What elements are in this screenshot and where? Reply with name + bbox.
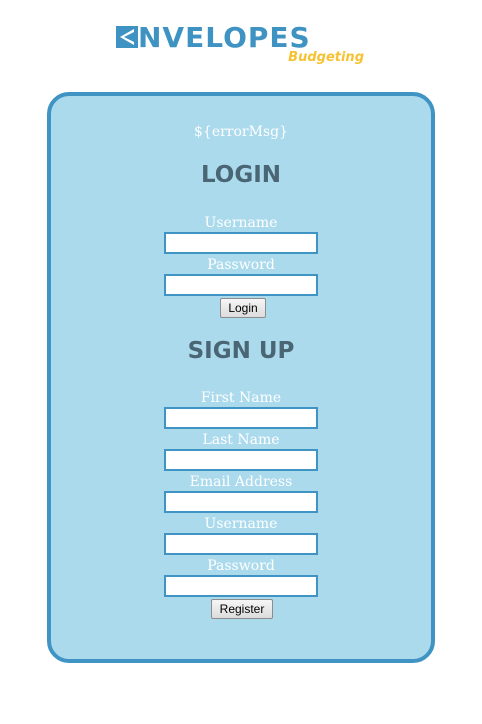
login-username-label: Username [204,215,278,231]
login-heading: LOGIN [200,162,282,188]
first-name-label: First Name [200,390,282,406]
email-input[interactable] [164,491,318,513]
login-password-input[interactable] [164,274,318,296]
signup-password-input[interactable] [164,575,318,597]
error-message: ${errorMsg} [194,124,288,140]
brand-name: NVELOPES [138,21,311,54]
register-button[interactable]: Register [211,599,273,619]
signup-heading: SIGN UP [187,338,295,364]
brand-logo: NVELOPES Budgeting [116,22,366,70]
login-password-label: Password [207,257,275,273]
last-name-input[interactable] [164,449,318,471]
envelope-logo-icon [116,26,138,48]
signup-username-label: Username [204,516,278,532]
signup-password-label: Password [207,558,275,574]
first-name-input[interactable] [164,407,318,429]
signup-username-input[interactable] [164,533,318,555]
login-button[interactable]: Login [220,298,266,318]
login-username-input[interactable] [164,232,318,254]
last-name-label: Last Name [202,432,280,448]
auth-card: ${errorMsg} LOGIN Username Password Logi… [47,92,435,663]
email-label: Email Address [189,474,293,490]
brand-tagline: Budgeting [288,50,364,65]
